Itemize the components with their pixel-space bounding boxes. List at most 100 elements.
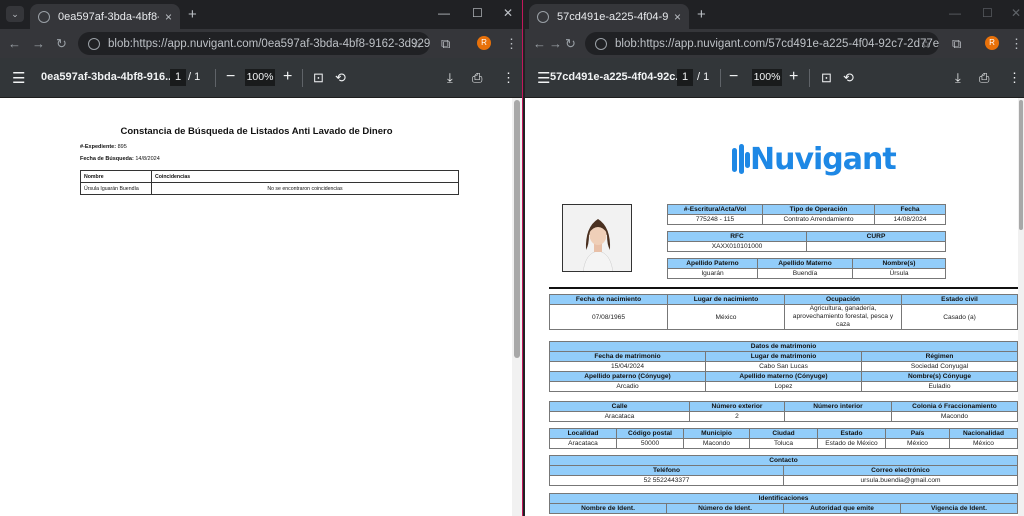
table-header: Número de Ident. [666,503,784,514]
scrollbar-thumb[interactable] [514,100,520,358]
table-cell: Agricultura, ganadería, aprovechamiento … [784,304,902,330]
identificaciones-table: Identificaciones Nombre de Ident. Número … [549,493,1018,514]
rotate-icon[interactable]: ⟲ [843,70,854,86]
new-tab-icon[interactable]: + [188,6,197,23]
column-header: Coincidencias [151,170,459,183]
maximize-icon[interactable]: ☐ [472,6,483,20]
reload-icon[interactable]: ↻ [565,36,576,52]
fit-page-icon[interactable]: ⊡ [821,70,832,86]
table-header: Calle [549,401,690,412]
minimize-icon[interactable]: — [438,6,450,20]
back-icon[interactable]: ← [533,36,546,51]
table-cell: Arcadio [549,381,706,392]
zoom-in-icon[interactable]: + [283,68,292,86]
minimize-icon[interactable]: — [949,6,961,20]
address-bar[interactable]: blob:https://app.nuvigant.com/57cd491e-a… [585,32,939,55]
table-cell: Úrsula [852,268,946,279]
more-options-icon[interactable]: ⋮ [502,70,515,86]
pdf-viewer: Nuvigant #-Escritura/Acta/Vol Tipo de Ope… [525,98,1024,516]
table-cell: 775248 - 115 [667,214,763,225]
table-cell: Cabo San Lucas [705,361,862,372]
table-cell: Toluca [749,438,818,449]
table-cell: Estado de México [817,438,886,449]
table-cell: Úrsula Iguarán Buendía [80,182,152,195]
zoom-in-icon[interactable]: + [789,68,798,86]
url-text: blob:https://app.nuvigant.com/57cd491e-a… [615,37,939,50]
zoom-input[interactable]: 100% [752,69,782,86]
bookmark-star-icon[interactable]: ☆ [412,37,422,51]
menu-kebab-icon[interactable]: ⋮ [505,36,518,52]
tab-active[interactable]: 0ea597af-3bda-4bf8-9162-3d9 × [30,4,180,29]
divider [302,69,303,87]
close-window-icon[interactable]: ✕ [1011,6,1021,20]
scrollbar[interactable] [1018,98,1024,516]
table-cell: 52 5522443377 [549,475,784,486]
profile-avatar[interactable]: R [477,36,491,50]
table-header: Nacionalidad [949,428,1018,439]
address-bar[interactable]: blob:https://app.nuvigant.com/0ea597af-3… [78,32,430,55]
site-info-icon[interactable] [595,37,607,50]
right-browser-window: 57cd491e-a225-4f04-92c7-2d7 × + — ☐ ✕ ← … [525,0,1024,516]
tab-search-icon[interactable]: ⌄ [6,6,24,22]
table-cell: ursula.buendia@gmail.com [783,475,1018,486]
nacimiento-table: Fecha de nacimiento Lugar de nacimiento Oc… [549,294,1018,330]
site-info-icon[interactable] [88,37,100,50]
close-window-icon[interactable]: ✕ [503,6,513,20]
menu-kebab-icon[interactable]: ⋮ [1010,36,1023,52]
table-header: Código postal [616,428,684,439]
maximize-icon[interactable]: ☐ [982,6,993,20]
expediente-label: #-Expediente: [80,144,117,150]
new-tab-icon[interactable]: + [697,6,706,23]
domicilio-table: Calle Número exterior Número interior Colon… [549,401,1018,422]
back-icon[interactable]: ← [8,36,21,51]
pdf-toolbar: ☰ 0ea597af-3bda-4bf8-916... 1 / 1 − 100%… [0,58,522,98]
contacto-table: Contacto Teléfono Correo electrónico 52 5… [549,455,1018,486]
table-header: Localidad [549,428,617,439]
table-header: Estado civil [901,294,1018,305]
close-tab-icon[interactable]: × [165,10,172,24]
download-icon[interactable]: ⤓ [447,70,453,86]
reload-icon[interactable]: ↻ [56,36,67,52]
table-cell [784,411,892,422]
scrollbar[interactable] [512,98,522,516]
table-header: Municipio [683,428,750,439]
table-cell [806,241,946,252]
forward-icon[interactable]: → [32,36,45,51]
print-icon[interactable]: ⎙ [979,70,989,86]
table-header: País [885,428,950,439]
table-header: Apellido Materno [757,258,853,269]
table-header: Lugar de nacimiento [667,294,785,305]
print-icon[interactable]: ⎙ [472,70,482,86]
zoom-input[interactable]: 100% [245,69,275,86]
table-header: Número interior [784,401,892,412]
bookmark-star-icon[interactable]: ☆ [921,37,931,51]
matrimonio-table: Datos de matrimonio Fecha de matrimonio L… [549,341,1018,392]
table-header: Apellido materno (Cónyuge) [705,371,862,382]
hamburger-menu-icon[interactable]: ☰ [12,69,25,87]
localidad-table: Localidad Código postal Municipio Ciudad Est… [549,428,1018,449]
table-cell: XAXX010101000 [667,241,807,252]
divider-line [549,287,1018,289]
fecha-label: Fecha de Búsqueda: [80,156,134,162]
rotate-icon[interactable]: ⟲ [335,70,346,86]
close-tab-icon[interactable]: × [674,10,681,24]
profile-avatar[interactable]: R [985,36,999,50]
expediente-field: #-Expediente: 895 [80,144,127,150]
address-bar-row: ← → ↻ blob:https://app.nuvigant.com/0ea5… [0,29,522,58]
pdf-filename: 0ea597af-3bda-4bf8-916... [41,71,175,83]
fit-page-icon[interactable]: ⊡ [313,70,324,86]
table-cell: Aracataca [549,438,617,449]
download-icon[interactable]: ⤓ [955,70,961,86]
zoom-out-icon[interactable]: − [226,68,235,86]
tab-active[interactable]: 57cd491e-a225-4f04-92c7-2d7 × [529,4,689,29]
scrollbar-thumb[interactable] [1019,100,1023,230]
more-options-icon[interactable]: ⋮ [1008,70,1021,86]
page-number-input[interactable]: 1 [677,69,693,86]
forward-icon[interactable]: → [549,36,562,51]
extensions-icon[interactable]: ⧉ [952,36,961,52]
divider [720,69,721,87]
extensions-icon[interactable]: ⧉ [441,36,450,52]
page-number-input[interactable]: 1 [170,69,186,86]
hamburger-menu-icon[interactable]: ☰ [537,69,550,87]
zoom-out-icon[interactable]: − [729,68,738,86]
